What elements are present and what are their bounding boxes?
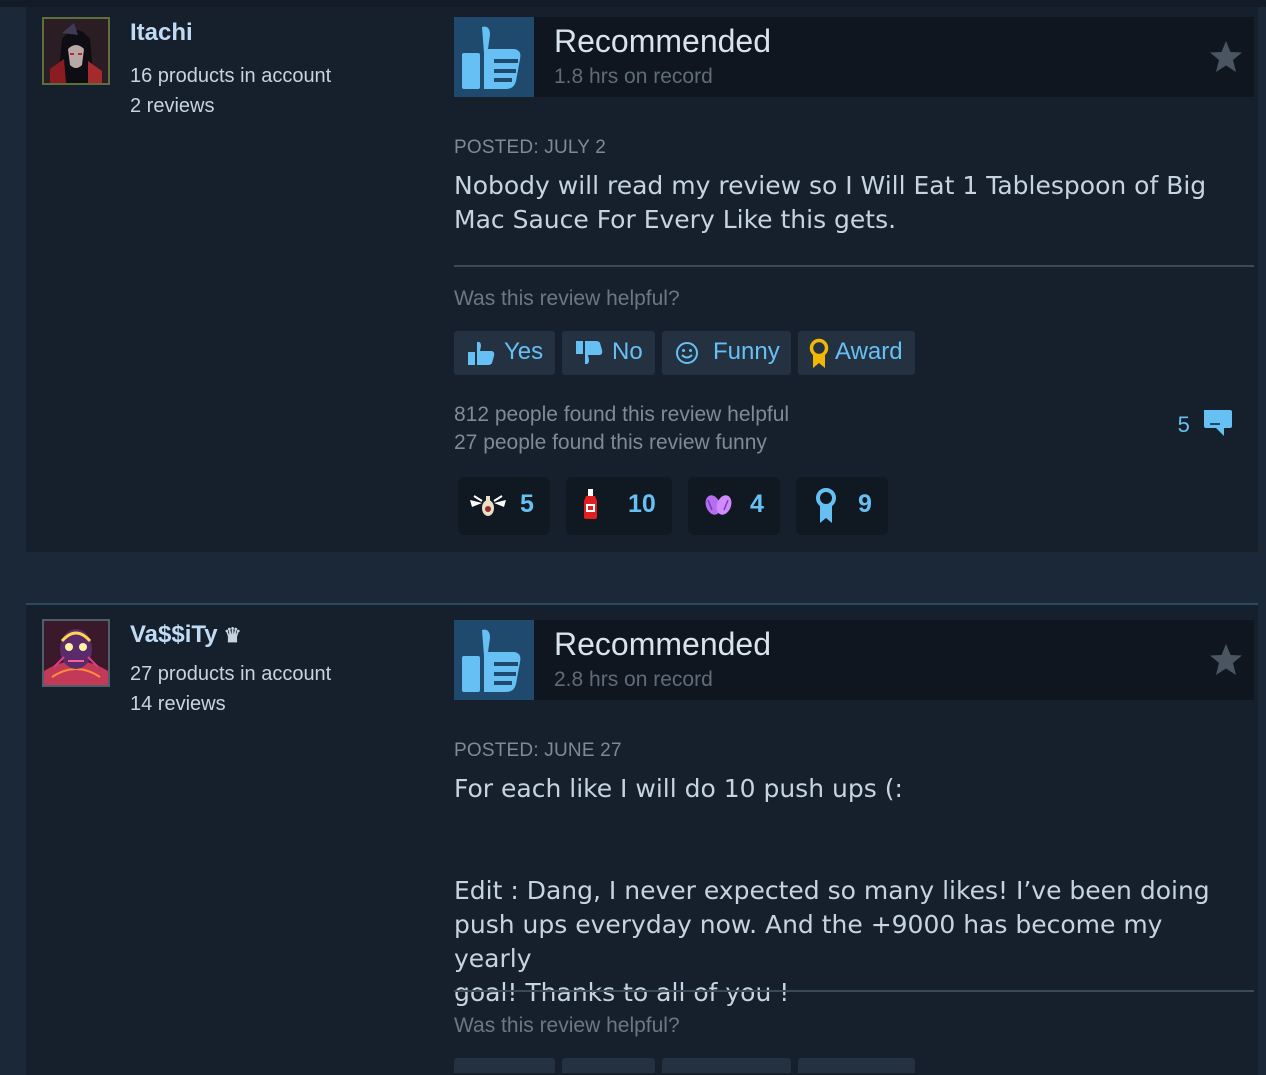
review-header[interactable]: Recommended 1.8 hrs on record (454, 17, 1254, 97)
no-label: No (612, 338, 643, 365)
funny-button[interactable] (662, 1058, 791, 1073)
award-star-icon[interactable] (1208, 39, 1244, 75)
award-button[interactable]: Award (798, 331, 915, 375)
posted-date: POSTED: JUNE 27 (454, 740, 622, 761)
divider (454, 990, 1254, 992)
winged-bottle-icon (470, 495, 506, 516)
recommendation-label: Recommended (554, 626, 771, 662)
review-card: Itachi 16 products in account 2 reviews … (26, 7, 1258, 552)
funny-count: 27 people found this review funny (454, 431, 767, 454)
yes-button[interactable]: Yes (454, 331, 555, 375)
award-count: 9 (858, 490, 872, 518)
review-body-line (454, 806, 1244, 840)
reviews-count[interactable]: 2 reviews (130, 95, 214, 118)
award-badge[interactable]: 4 (688, 477, 780, 535)
review-body-line: Edit : Dang, I never expected so many li… (454, 876, 1210, 905)
award-count: 10 (628, 490, 656, 518)
top-border (0, 0, 1266, 7)
thumbs-down-icon (576, 341, 603, 365)
vote-stats: 812 people found this review helpful 27 … (454, 401, 789, 457)
products-count[interactable]: 16 products in account (130, 65, 331, 88)
review-body-line (454, 840, 1244, 874)
avatar[interactable] (42, 17, 110, 85)
award-star-icon[interactable] (1208, 642, 1244, 678)
helpful-count: 812 people found this review helpful (454, 403, 790, 426)
divider (454, 265, 1254, 267)
yes-button[interactable] (454, 1058, 555, 1073)
award-label: Award (835, 338, 903, 365)
no-button[interactable]: No (562, 331, 655, 375)
review-body-line: goal! Thanks to all of you ! (454, 978, 790, 1007)
posted-date: POSTED: JULY 2 (454, 137, 607, 158)
funny-label: Funny (713, 338, 780, 365)
hours-on-record: 2.8 hrs on record (554, 668, 713, 691)
award-badge[interactable]: 10 (566, 477, 672, 535)
review-body-line: For each like I will do 10 push ups (: (454, 774, 903, 803)
helpful-question: Was this review helpful? (454, 287, 680, 310)
helpful-question: Was this review helpful? (454, 1014, 680, 1037)
thumbs-up-icon (454, 17, 534, 97)
recommendation-label: Recommended (554, 23, 771, 59)
review-body: For each like I will do 10 push ups (: E… (454, 772, 1244, 1010)
purple-clap-icon (705, 495, 732, 515)
award-count: 5 (520, 490, 534, 518)
review-card: Va$$iTy ♛ 27 products in account 14 revie… (26, 603, 1258, 1075)
review-body-line: Mac Sauce For Every Like this gets. (454, 205, 897, 234)
avatar[interactable] (42, 619, 110, 687)
username-text: Va$$iTy (130, 621, 218, 648)
yes-label: Yes (504, 338, 544, 365)
comments-link[interactable]: 5 (1178, 402, 1234, 438)
review-body-line: Nobody will read my review so I Will Eat… (454, 171, 1207, 200)
award-count: 4 (750, 490, 764, 518)
review-body: Nobody will read my review so I Will Eat… (454, 169, 1244, 237)
smiley-icon (676, 342, 698, 364)
ribbon-medal-icon (816, 488, 836, 523)
no-button[interactable] (562, 1058, 655, 1073)
comment-bubble-icon (1204, 410, 1232, 436)
sauce-bottle-icon (584, 489, 597, 519)
reviews-count[interactable]: 14 reviews (130, 693, 226, 716)
award-badge[interactable]: 9 (796, 477, 888, 535)
crown-icon: ♛ (223, 625, 242, 647)
funny-button[interactable]: Funny (662, 331, 791, 375)
hours-on-record: 1.8 hrs on record (554, 65, 713, 88)
review-body-line: push ups everyday now. And the +9000 has… (454, 910, 1163, 973)
award-badge[interactable]: 5 (458, 477, 550, 535)
username[interactable]: Itachi (130, 19, 193, 47)
products-count[interactable]: 27 products in account (130, 663, 331, 686)
username[interactable]: Va$$iTy ♛ (130, 621, 242, 649)
review-header[interactable]: Recommended 2.8 hrs on record (454, 620, 1254, 700)
thumbs-up-icon (468, 341, 495, 365)
award-button[interactable] (798, 1058, 915, 1073)
comment-count: 5 (1177, 412, 1190, 437)
award-ribbon-icon (809, 338, 829, 368)
thumbs-up-icon (454, 620, 534, 700)
